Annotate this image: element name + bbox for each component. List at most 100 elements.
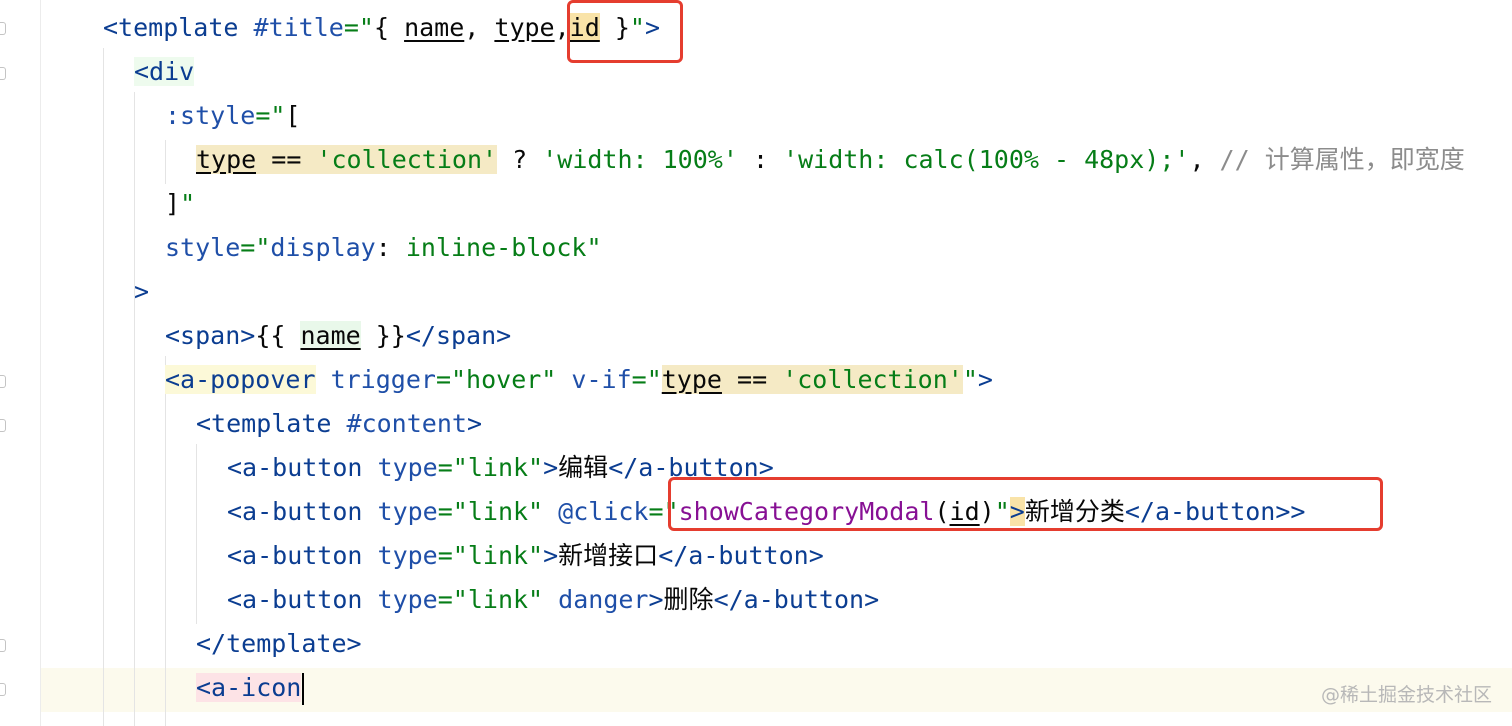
code-token: , [1189, 145, 1220, 174]
code-token: inline-block [405, 233, 587, 262]
code-line[interactable]: ]" [165, 182, 195, 226]
code-token: </template> [196, 629, 362, 658]
code-token: " [180, 189, 196, 218]
editor-gutter [0, 0, 40, 726]
code-token: =" [631, 365, 662, 394]
code-token: > [543, 541, 559, 570]
code-token: @click [558, 497, 649, 526]
indent-guide [103, 48, 104, 726]
code-token: 'width: calc(100% - 48px);' [783, 145, 1190, 174]
gutter-divider [40, 0, 41, 726]
code-token: =" [255, 101, 286, 130]
code-token: type [377, 541, 438, 570]
code-token: // 计算属性，即宽度 [1219, 145, 1465, 174]
code-token: :style [165, 101, 256, 130]
code-token: type [196, 145, 257, 174]
fold-marker-icon[interactable] [0, 22, 6, 35]
fold-marker-icon[interactable] [0, 639, 6, 652]
watermark: @稀土掘金技术社区 [1320, 684, 1492, 706]
code-token: == [256, 145, 317, 174]
code-token: display [270, 233, 376, 262]
code-token: =" [240, 233, 271, 262]
code-token: name [404, 13, 465, 42]
code-token: " [586, 233, 602, 262]
indent-guide [165, 140, 166, 184]
code-token: trigger [330, 365, 436, 394]
indent-guide [196, 444, 197, 624]
code-token: {{ [255, 321, 301, 350]
code-token: </a-button> [713, 585, 880, 614]
code-token: ="hover" [435, 365, 557, 394]
code-token: v-if [571, 365, 632, 394]
code-editor[interactable]: <template #title="{ name, type,id }"> <d… [0, 0, 1512, 726]
code-token: ="link" [437, 585, 544, 614]
fold-marker-icon[interactable] [0, 419, 6, 432]
code-line[interactable]: > [134, 270, 149, 314]
fold-marker-icon[interactable] [0, 375, 6, 388]
code-token: <template [103, 13, 239, 42]
code-line[interactable]: <a-popover trigger="hover" v-if="type ==… [165, 358, 993, 402]
code-token: <template [196, 409, 332, 438]
annotation-highlight-box [567, 0, 683, 63]
code-line[interactable]: style="display: inline-block" [165, 226, 602, 270]
code-line[interactable]: <span>{{ name }}</span> [165, 314, 511, 358]
code-token: > [543, 453, 559, 482]
code-line[interactable]: type == 'collection' ? 'width: 100%' : '… [196, 138, 1465, 182]
code-line[interactable]: <a-button type="link" danger>删除</a-butto… [227, 578, 879, 622]
code-token: 新增接口 [558, 541, 659, 570]
code-token: <a-button [227, 497, 363, 526]
code-line[interactable]: <template #content> [196, 402, 482, 446]
fold-marker-icon[interactable] [0, 683, 6, 696]
code-line[interactable]: <a-icon [196, 666, 305, 710]
annotation-highlight-box [668, 477, 1383, 531]
code-token: > [977, 365, 993, 394]
code-token: #title [253, 13, 344, 42]
code-token: <a-popover [165, 365, 316, 394]
code-token: ="link" [437, 453, 544, 482]
code-token: type [377, 585, 438, 614]
code-token: type [661, 365, 722, 394]
code-token: ="link" [437, 541, 544, 570]
code-token: ="link" [437, 497, 544, 526]
code-token: type [494, 13, 555, 42]
code-token: =" [343, 13, 374, 42]
code-line[interactable]: <a-button type="link">新增接口</a-button> [227, 534, 824, 578]
code-token: , [464, 13, 495, 42]
code-token: > [466, 409, 483, 438]
code-line[interactable]: <div [134, 50, 195, 94]
code-token: danger [558, 585, 649, 614]
text-caret [302, 673, 305, 705]
code-token: <a-button [227, 541, 363, 570]
code-token: ? [497, 145, 543, 174]
code-token: <a-button [227, 585, 363, 614]
code-token: type [377, 453, 438, 482]
code-token: [ [285, 101, 301, 130]
code-token: " [962, 365, 978, 394]
fold-marker-icon[interactable] [0, 67, 6, 80]
code-token: <a-button [227, 453, 363, 482]
code-token: </a-button> [658, 541, 824, 570]
code-token: <a-icon [196, 673, 302, 702]
code-line[interactable]: :style="[ [165, 94, 300, 138]
code-token: > [648, 585, 664, 614]
code-token: 'width: 100%' [542, 145, 738, 174]
indent-guide [134, 92, 135, 726]
code-token: <span> [165, 321, 256, 350]
code-token: 编辑 [558, 453, 609, 482]
code-token: : [375, 233, 406, 262]
code-token: }} [360, 321, 406, 350]
code-line[interactable]: </template> [196, 622, 362, 666]
code-token: style [165, 233, 241, 262]
code-token: name [300, 321, 361, 350]
code-token: : [737, 145, 784, 174]
code-token: == [721, 365, 783, 394]
code-token: <div [134, 57, 195, 86]
